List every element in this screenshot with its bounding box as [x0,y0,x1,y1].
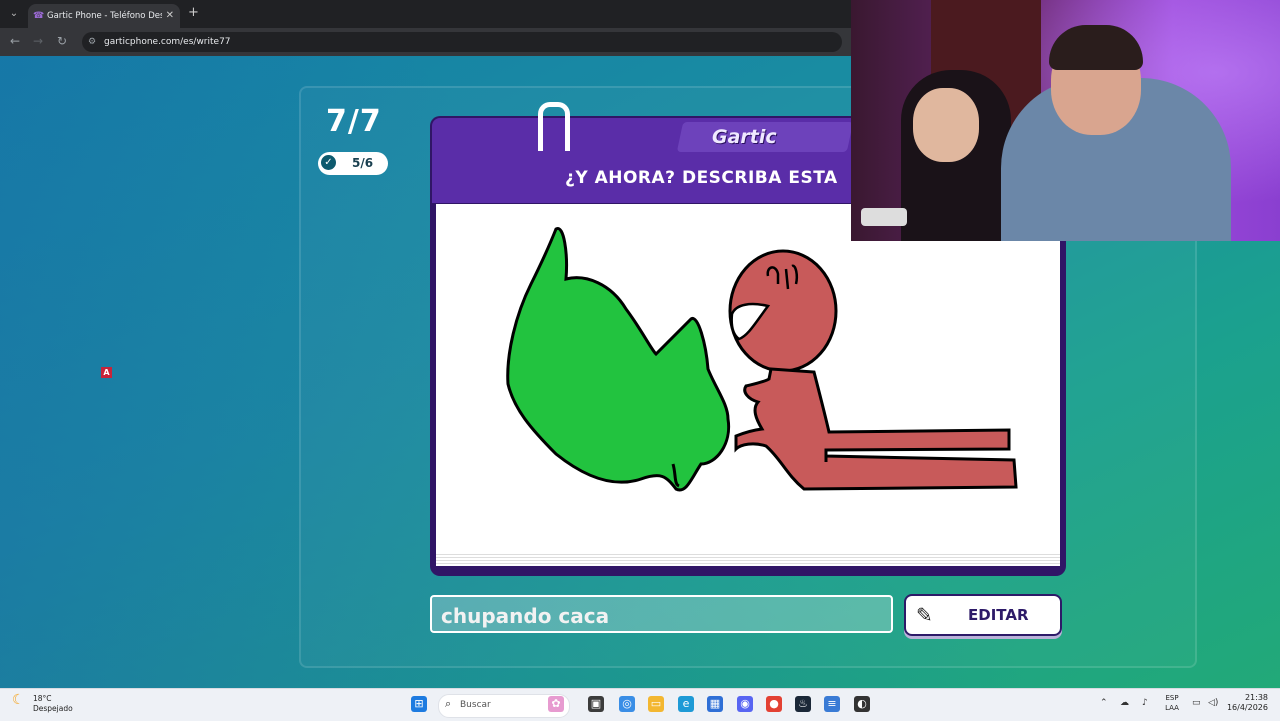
volume-icon[interactable]: ◁) [1208,698,1218,708]
obs-icon[interactable]: ◐ [854,696,870,712]
edit-button[interactable]: ✎ EDITAR [904,594,1062,636]
streamer-left-face [913,88,979,162]
language-indicator[interactable]: ESP LAA [1160,693,1184,713]
flowers-icon: ✿ [548,696,564,712]
round-counter: 7/7 [326,104,382,139]
drawing-canvas [436,204,1060,554]
chevron-up-icon[interactable]: ⌃ [1100,698,1108,708]
description-input[interactable]: chupando caca [430,595,893,633]
discord-icon[interactable]: ◉ [737,696,753,712]
copilot-icon[interactable]: ◎ [619,696,635,712]
tab-search-icon[interactable]: ⌄ [6,6,22,22]
store-icon[interactable]: ▦ [707,696,723,712]
edit-button-label: EDITAR [968,606,1029,624]
steam-icon[interactable]: ♨ [795,696,811,712]
windows-start-icon[interactable]: ⊞ [411,696,427,712]
back-icon[interactable]: ← [10,34,20,48]
close-tab-icon[interactable]: ✕ [166,4,174,28]
windows-taskbar: ☾ 18°C Despejado ⊞ ⌕ Buscar ✿ ▣ ◎ ▭ e ▦ … [0,688,1280,721]
edge-icon[interactable]: e [678,696,694,712]
weather-status: Despejado [33,704,73,713]
url-field[interactable]: ⚙ garticphone.com/es/write77 [82,32,842,52]
prompt-title: ¿Y AHORA? DESCRIBA ESTA [565,168,838,188]
new-tab-icon[interactable]: + [188,5,199,20]
drawing-image [506,227,1018,492]
language-code: ESP [1165,694,1179,702]
players-done-count: 5/6 [352,156,374,170]
clock[interactable]: 21:38 16/4/2026 [1222,693,1268,713]
marker-badge: A [101,367,112,378]
players-done-badge: ✓ 5/6 [318,152,388,175]
network-tray-icon[interactable]: ☁ [1120,698,1129,708]
forward-icon[interactable]: → [33,34,43,48]
check-icon: ✓ [321,155,336,170]
microphone-icon[interactable]: ♪ [1142,698,1148,708]
search-placeholder: Buscar [460,700,491,710]
paper-edge [436,554,1060,566]
phone-icon: ☎ [33,11,45,21]
browser-tab[interactable]: ☎ Gartic Phone - Teléfono Descon ✕ [28,4,180,28]
phone-in-hand [861,208,907,226]
tab-title: Gartic Phone - Teléfono Descon [47,11,162,21]
keyboard-layout: LAA [1165,704,1179,712]
file-explorer-icon[interactable]: ▭ [648,696,664,712]
search-icon: ⌕ [445,697,452,710]
display-icon[interactable]: ▭ [1192,698,1201,708]
url-text: garticphone.com/es/write77 [104,37,231,47]
pencil-icon: ✎ [916,603,933,627]
notepad-icon[interactable]: ≡ [824,696,840,712]
clock-time: 21:38 [1244,693,1268,702]
reload-icon[interactable]: ↻ [57,34,67,48]
temperature: 18°C [33,694,52,703]
site-info-icon[interactable]: ⚙ [88,32,96,52]
webcam-overlay [851,0,1280,241]
green-figure [506,227,731,492]
taskview-icon[interactable]: ▣ [588,696,604,712]
notebook-ring [538,102,570,151]
gartic-logo: Gartic [712,126,777,148]
chrome-icon[interactable]: ● [766,696,782,712]
clock-date: 16/4/2026 [1226,703,1268,712]
red-figure-body [734,367,1018,491]
moon-icon: ☾ [12,692,25,708]
